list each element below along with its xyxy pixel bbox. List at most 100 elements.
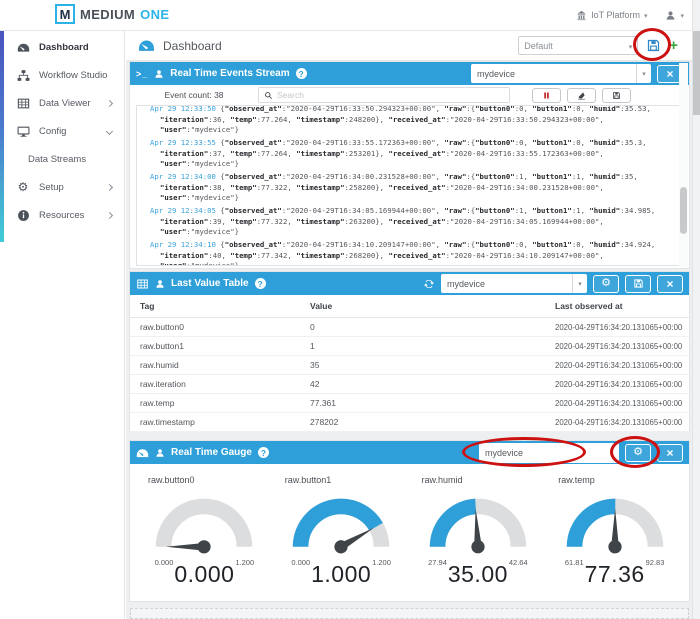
gauge-dial — [156, 498, 253, 554]
last-observed-cell: 2020-04-29T16:34:20.131065+00:00 — [555, 360, 683, 370]
gauge-raw-humid: raw.humid 27.94 42.64 35.00 — [410, 475, 547, 601]
sidebar-item-resources[interactable]: Resources — [0, 201, 124, 229]
gear-icon: ⚙ — [633, 446, 643, 458]
table-row: raw.button1 1 2020-04-29T16:34:20.131065+0… — [130, 337, 689, 356]
brand-medium: MEDIUM — [80, 6, 136, 22]
log-timestamp: Apr 29 12:34:00 — [150, 172, 216, 181]
speedometer-icon — [16, 40, 30, 54]
table-settings-button[interactable]: ⚙ — [593, 274, 619, 293]
last-observed-cell: 2020-04-29T16:34:20.131065+00:00 — [555, 398, 683, 408]
refresh-icon[interactable] — [423, 278, 435, 290]
gauge-label: raw.button1 — [284, 475, 332, 485]
user-icon — [155, 279, 165, 289]
main-content: Dashboard Default + Real Time Events Str… — [126, 31, 692, 619]
widget-title: Real Time Events Stream — [170, 68, 290, 79]
main-header: Dashboard Default + — [126, 31, 692, 61]
gauge-dial — [292, 498, 390, 554]
add-widget-button[interactable]: + — [669, 38, 678, 53]
question-icon[interactable]: ? — [257, 447, 269, 458]
events-device-value: mydevice — [477, 68, 516, 79]
tag-cell: raw.button1 — [140, 341, 184, 351]
table-device-value: mydevice — [447, 278, 486, 289]
events-toolbar: Event count: 38 — [130, 85, 689, 105]
search-input[interactable] — [277, 90, 504, 100]
event-log-scrollbar[interactable] — [679, 63, 688, 267]
sidebar-item-workflow-studio[interactable]: Workflow Studio — [0, 61, 124, 89]
table-header-row: Tag Value Last observed at — [130, 295, 689, 318]
topbar: M MEDIUM ONE IoT Platform — [0, 0, 700, 31]
sidebar-item-label: Config — [39, 125, 67, 137]
last-value-table: Tag Value Last observed at raw.button0 0 2… — [130, 295, 689, 432]
gauge-device-input[interactable] — [479, 442, 619, 463]
last-observed-cell: 2020-04-29T16:34:20.131065+00:00 — [555, 417, 683, 427]
log-entry: Apr 29 12:33:50 {"observed_at":"2020-04-… — [150, 105, 651, 134]
events-device-select[interactable]: mydevice — [471, 64, 651, 83]
gauge-widget-header: Real Time Gauge ? ⚙ — [130, 441, 689, 464]
caret-down-icon — [636, 64, 651, 83]
tag-cell: raw.temp — [140, 398, 175, 408]
speedometer-icon — [138, 39, 155, 52]
sitemap-icon — [16, 68, 30, 82]
export-stream-button[interactable] — [602, 87, 631, 103]
event-log[interactable]: Apr 29 12:33:50 {"observed_at":"2020-04-… — [136, 105, 683, 266]
gauge-raw-button0: raw.button0 0.000 1.200 0.000 — [136, 475, 273, 601]
sidebar-item-setup[interactable]: ⚙ Setup — [0, 173, 124, 201]
gauge-dial — [429, 498, 527, 554]
value-cell: 278202 — [310, 417, 339, 427]
chevron-right-icon — [105, 183, 114, 191]
tag-cell: raw.button0 — [140, 322, 184, 332]
gauge-row: raw.button0 0.000 1.200 0.000 raw.button1 0.0… — [136, 464, 683, 601]
clear-stream-button[interactable] — [567, 87, 596, 103]
log-timestamp: Apr 29 12:33:50 — [150, 105, 216, 113]
gauge-dial — [566, 498, 663, 554]
gauge-settings-button[interactable]: ⚙ — [625, 443, 651, 462]
caret-down-icon — [680, 10, 684, 20]
sidebar-item-data-streams[interactable]: Data Streams — [0, 145, 124, 173]
sidebar-item-dashboard[interactable]: Dashboard — [0, 33, 124, 61]
log-entry: Apr 29 12:34:00 {"observed_at":"2020-04-… — [150, 172, 638, 202]
chevron-right-icon — [105, 99, 114, 107]
pause-stream-button[interactable] — [532, 87, 561, 103]
page-scrollbar[interactable] — [692, 0, 700, 619]
caret-down-icon — [629, 41, 633, 51]
save-icon — [613, 91, 620, 99]
tag-cell: raw.iteration — [140, 379, 186, 389]
event-searchbox — [258, 87, 510, 103]
sidebar-menu: Dashboard Workflow Studio Data Viewer Confi… — [0, 31, 124, 229]
question-icon[interactable]: ? — [254, 278, 266, 289]
brand-one: ONE — [140, 6, 170, 22]
log-entry: Apr 29 12:34:10 {"observed_at":"2020-04-… — [150, 240, 656, 266]
table-body: raw.button0 0 2020-04-29T16:34:20.131065+0… — [130, 318, 689, 432]
gear-icon: ⚙ — [601, 277, 611, 289]
close-table-widget-button[interactable] — [657, 274, 683, 293]
terminal-icon — [136, 69, 148, 79]
question-icon[interactable]: ? — [295, 68, 307, 79]
gauge-label: raw.temp — [558, 475, 595, 485]
table-device-select[interactable]: mydevice — [441, 274, 587, 293]
chevron-down-icon — [105, 127, 114, 135]
sidebar-item-label: Workflow Studio — [39, 69, 108, 81]
widget-title: Last Value Table — [171, 278, 249, 289]
table-row: raw.button0 0 2020-04-29T16:34:20.131065+0… — [130, 318, 689, 337]
scrollbar-thumb[interactable] — [680, 187, 687, 235]
building-icon — [577, 10, 586, 20]
sidebar-item-config[interactable]: Config — [0, 117, 124, 145]
scrollbar-thumb[interactable] — [693, 31, 700, 115]
table-row: raw.humid 35 2020-04-29T16:34:20.131065+00… — [130, 356, 689, 375]
user-icon — [667, 10, 675, 20]
value-cell: 42 — [310, 379, 320, 389]
save-dashboard-button[interactable] — [646, 38, 661, 53]
gauge-needle — [608, 508, 622, 554]
sidebar-item-label: Data Viewer — [39, 97, 91, 109]
dashboard-select[interactable]: Default — [518, 36, 639, 55]
sidebar: Dashboard Workflow Studio Data Viewer Confi… — [0, 31, 125, 619]
gears-icon: ⚙ — [17, 180, 29, 194]
close-gauge-widget-button[interactable] — [657, 443, 683, 462]
platform-menu[interactable]: IoT Platform — [576, 10, 647, 21]
sidebar-item-data-viewer[interactable]: Data Viewer — [0, 89, 124, 117]
user-menu[interactable] — [665, 10, 684, 21]
log-entry: Apr 29 12:33:55 {"observed_at":"2020-04-… — [150, 138, 647, 168]
table-export-button[interactable] — [625, 274, 651, 293]
chevron-right-icon — [105, 211, 114, 219]
gauge-value: 77.36 — [584, 561, 645, 587]
